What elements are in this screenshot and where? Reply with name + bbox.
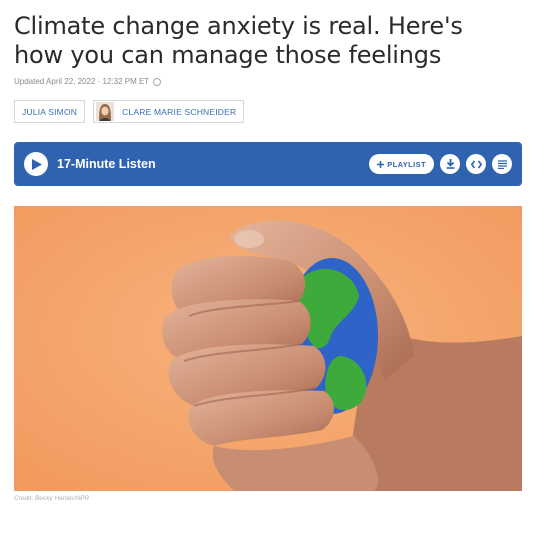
playlist-label: PLAYLIST — [387, 159, 426, 169]
author-avatar — [96, 102, 115, 121]
audio-player: 17-Minute Listen PLAYLIST — [14, 142, 522, 186]
embed-button[interactable] — [466, 154, 486, 174]
byline-list: JULIA SIMON CLARE MARIE SCHNEIDER — [14, 100, 245, 123]
byline-clare-marie-schneider[interactable]: CLARE MARIE SCHNEIDER — [93, 100, 245, 123]
embed-icon — [470, 160, 482, 168]
byline-name: CLARE MARIE SCHNEIDER — [122, 106, 237, 117]
byline-julia-simon[interactable]: JULIA SIMON — [14, 100, 86, 123]
player-toolbar: PLAYLIST — [369, 154, 512, 174]
download-button[interactable] — [440, 154, 460, 174]
plus-icon — [377, 160, 385, 168]
byline-name: JULIA SIMON — [22, 106, 78, 117]
play-icon — [32, 158, 42, 170]
hand-squeezing-globe-image — [14, 206, 522, 491]
transcript-icon — [497, 159, 507, 169]
add-to-playlist-button[interactable]: PLAYLIST — [369, 154, 434, 174]
download-icon — [446, 159, 454, 169]
article-photo — [14, 206, 522, 491]
transcript-button[interactable] — [492, 154, 512, 174]
play-button[interactable] — [24, 152, 48, 176]
info-icon[interactable] — [153, 77, 162, 86]
article-dateline: Updated April 22, 2022 · 12:32 PM ET — [14, 77, 162, 86]
listen-duration-label: 17-Minute Listen — [57, 157, 156, 171]
photo-credit: Credit: Becky Harlan/NPR — [14, 495, 90, 502]
article-headline: Climate change anxiety is real. Here's h… — [14, 12, 463, 69]
dateline-text: Updated April 22, 2022 · 12:32 PM ET — [14, 77, 150, 86]
